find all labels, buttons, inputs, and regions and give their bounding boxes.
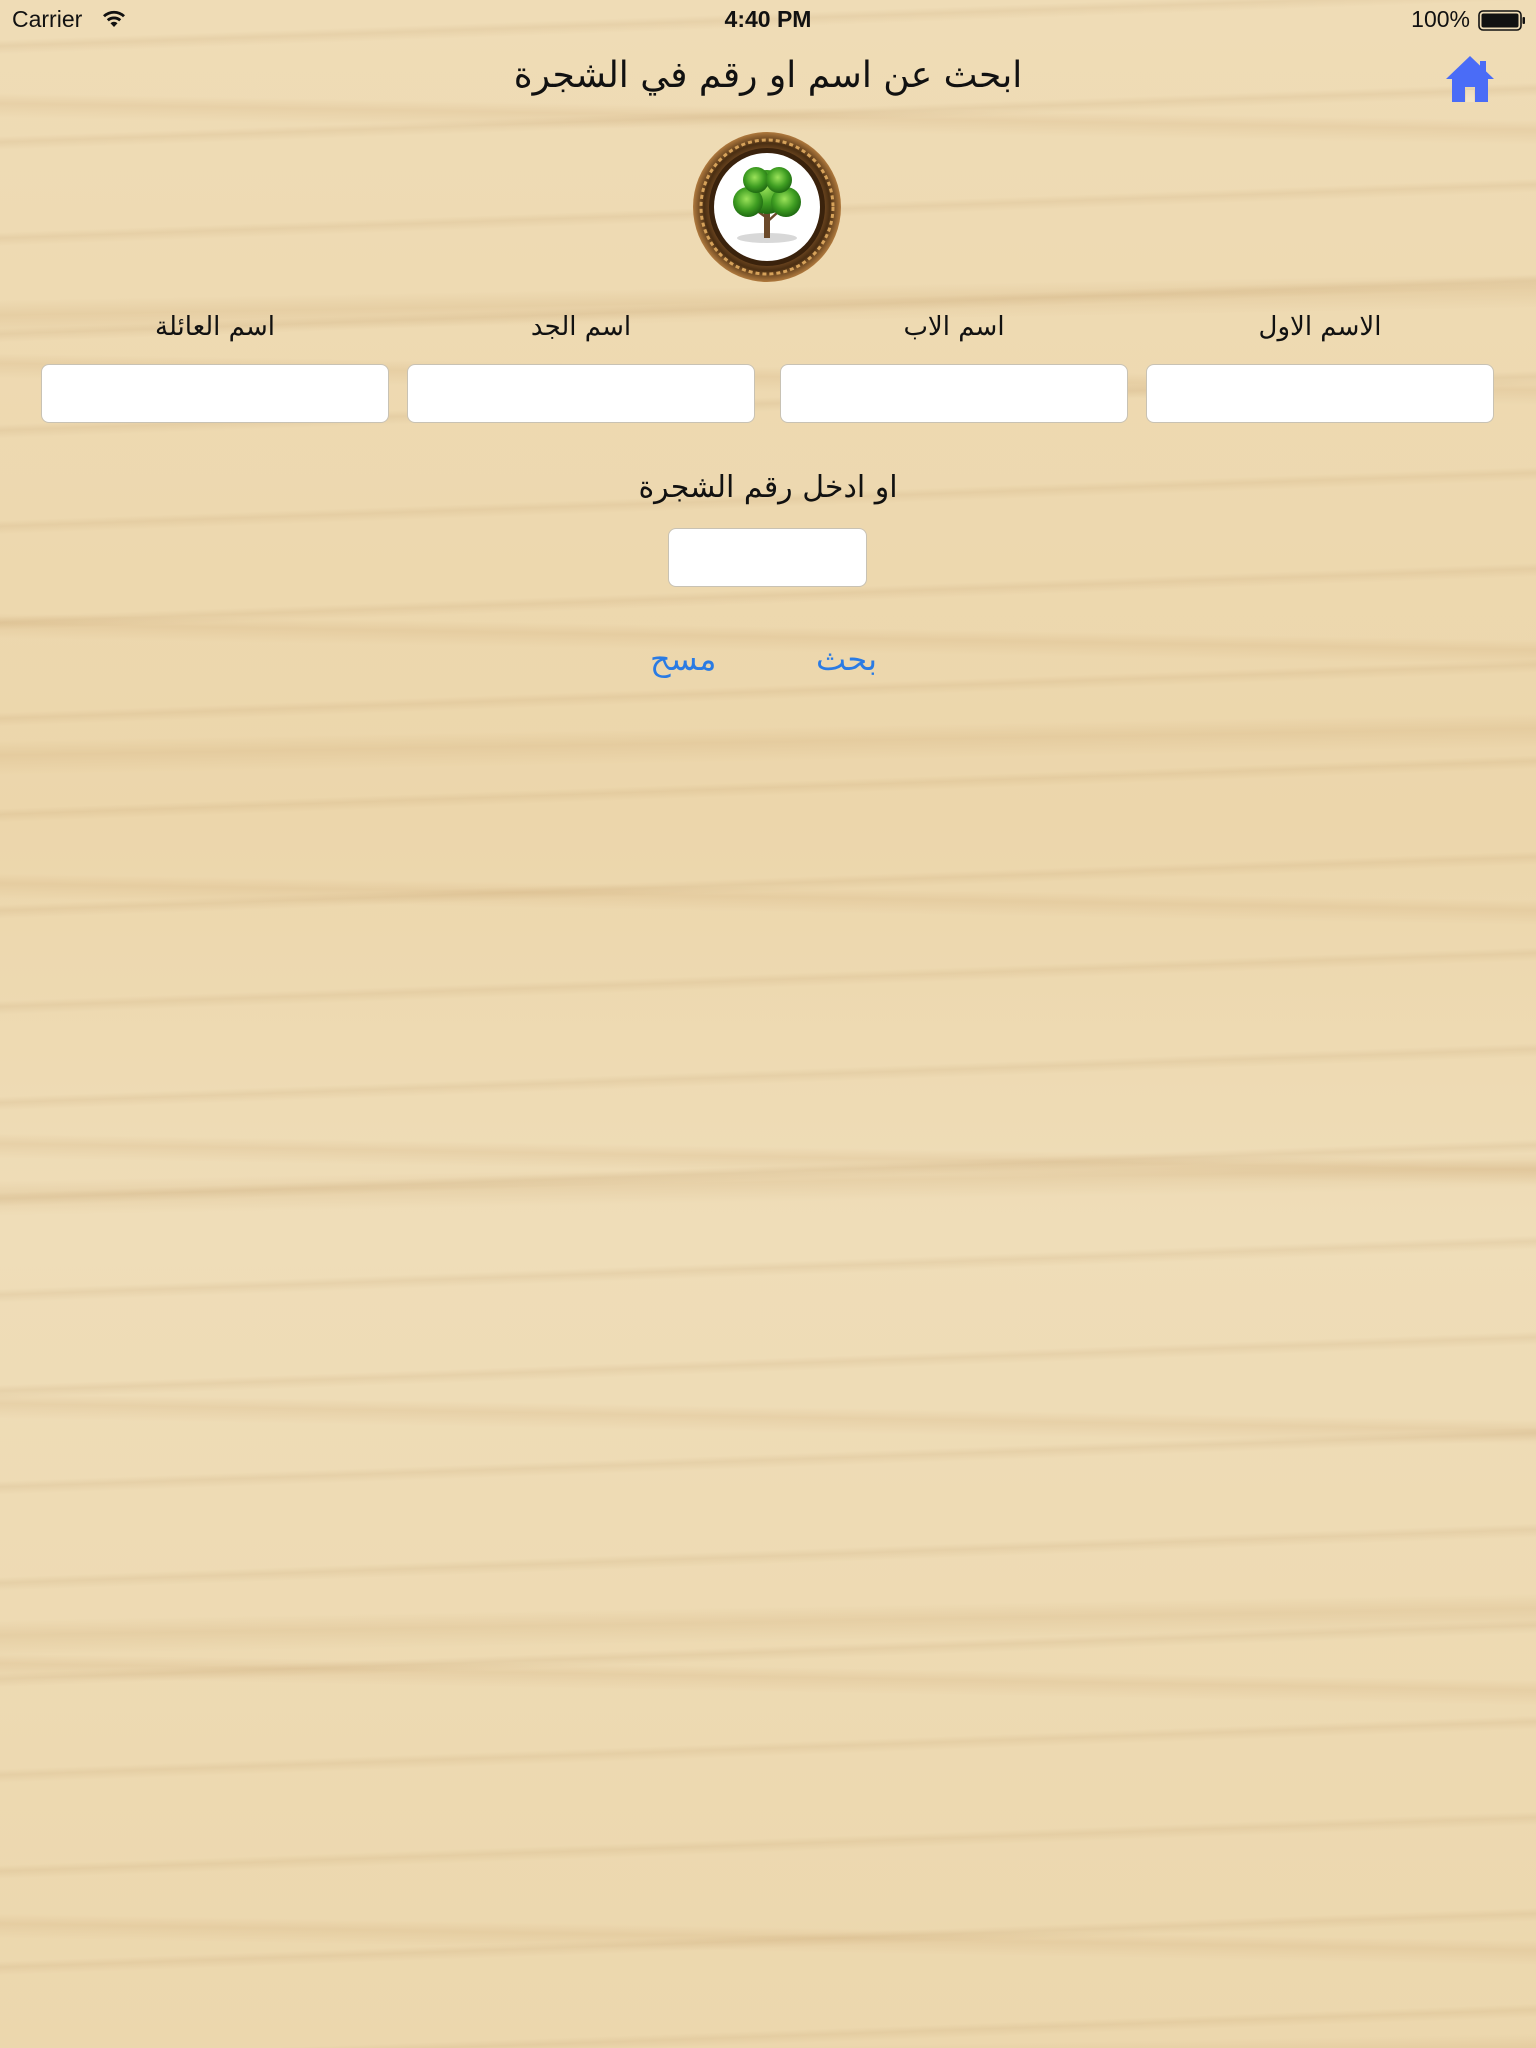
status-bar: Carrier 4:40 PM 100%: [0, 0, 1536, 40]
battery-percent: 100%: [1411, 6, 1470, 32]
grandfather-name-input[interactable]: [407, 364, 755, 423]
search-button[interactable]: بحث: [816, 640, 877, 678]
tree-number-input[interactable]: [668, 528, 867, 587]
clear-button[interactable]: مسح: [650, 640, 716, 678]
home-icon[interactable]: [1444, 53, 1496, 105]
first-name-input[interactable]: [1146, 364, 1494, 423]
battery-icon: [1478, 10, 1525, 31]
grandfather-name-label: اسم الجد: [530, 312, 632, 342]
family-name-input[interactable]: [41, 364, 389, 423]
first-name-label: الاسم الاول: [1258, 312, 1382, 342]
page-title: ابحث عن اسم او رقم في الشجرة: [513, 55, 1023, 96]
clock-label: 4:40 PM: [724, 6, 812, 32]
tree-number-label: او ادخل رقم الشجرة: [638, 470, 898, 505]
tree-logo-icon: [693, 132, 841, 282]
father-name-label: اسم الاب: [903, 312, 1005, 342]
father-name-input[interactable]: [780, 364, 1128, 423]
family-name-label: اسم العائلة: [155, 312, 275, 342]
